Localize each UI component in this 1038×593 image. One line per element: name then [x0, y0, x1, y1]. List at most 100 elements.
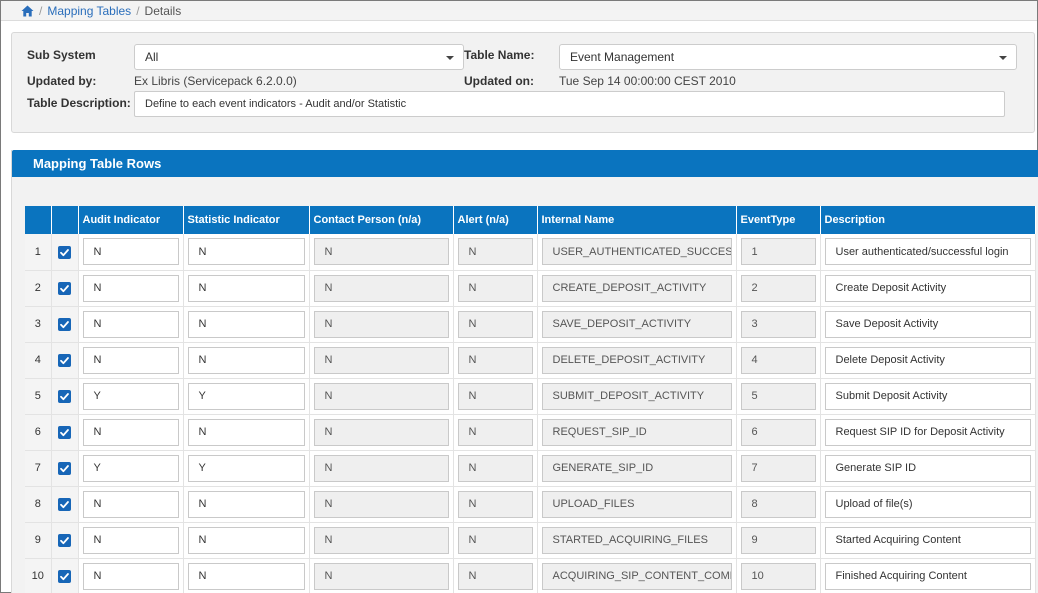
row-select-checkbox[interactable] — [51, 558, 79, 593]
contact-person-input: N — [313, 454, 449, 482]
breadcrumb-mapping-tables-link[interactable]: Mapping Tables — [47, 4, 131, 18]
audit-indicator-input[interactable]: N — [82, 418, 179, 446]
checkbox-checked-icon[interactable] — [58, 426, 71, 440]
contact-person-input: N — [313, 526, 449, 554]
description-input[interactable]: Submit Deposit Activity — [824, 382, 1031, 410]
statistic-indicator-input[interactable]: N — [187, 346, 305, 374]
description-input[interactable]: Upload of file(s) — [824, 490, 1031, 518]
checkbox-checked-icon[interactable] — [58, 390, 71, 404]
description-input[interactable]: User authenticated/successful login — [824, 238, 1031, 266]
audit-indicator-input[interactable]: N — [82, 274, 179, 302]
description-input[interactable]: Started Acquiring Content — [824, 526, 1031, 554]
audit-indicator-cell: N — [78, 270, 184, 307]
row-select-checkbox[interactable] — [51, 378, 79, 415]
row-select-checkbox[interactable] — [51, 486, 79, 523]
statistic-indicator-input[interactable]: N — [187, 526, 305, 554]
alert-cell: N — [453, 234, 538, 271]
row-select-checkbox[interactable] — [51, 342, 79, 379]
table-row: 5 Y Y N N SUBMIT_DEPOSIT_ACTIVITY 5 Submit Depo… — [25, 378, 1036, 415]
internal-name-cell: STARTED_ACQUIRING_FILES — [537, 522, 737, 559]
statistic-indicator-cell: Y — [183, 450, 310, 487]
checkbox-checked-icon[interactable] — [58, 498, 71, 512]
sub-system-select[interactable]: All — [134, 44, 464, 70]
event-type-cell: 8 — [736, 486, 821, 523]
description-input[interactable]: Delete Deposit Activity — [824, 346, 1031, 374]
audit-indicator-input[interactable]: N — [82, 490, 179, 518]
column-header-internal-name[interactable]: Internal Name — [537, 206, 737, 234]
alert-input: N — [457, 490, 533, 518]
statistic-indicator-input[interactable]: N — [187, 418, 305, 446]
audit-indicator-input[interactable]: N — [82, 562, 179, 590]
audit-indicator-cell: N — [78, 234, 184, 271]
updated-on-value: Tue Sep 14 00:00:00 CEST 2010 — [559, 74, 736, 88]
row-select-checkbox[interactable] — [51, 234, 79, 271]
table-details-panel: Sub System All Table Name: Event Managem… — [11, 32, 1035, 133]
statistic-indicator-input[interactable]: Y — [187, 382, 305, 410]
description-input[interactable]: Generate SIP ID — [824, 454, 1031, 482]
audit-indicator-input[interactable]: N — [82, 310, 179, 338]
event-type-input: 6 — [740, 418, 816, 446]
audit-indicator-input[interactable]: Y — [82, 382, 179, 410]
row-number: 3 — [25, 306, 52, 343]
row-number: 4 — [25, 342, 52, 379]
row-select-checkbox[interactable] — [51, 450, 79, 487]
alert-cell: N — [453, 414, 538, 451]
column-header-event-type[interactable]: EventType — [736, 206, 821, 234]
description-cell: Create Deposit Activity — [820, 270, 1036, 307]
description-input[interactable]: Save Deposit Activity — [824, 310, 1031, 338]
checkbox-checked-icon[interactable] — [58, 570, 71, 584]
audit-indicator-input[interactable]: N — [82, 526, 179, 554]
statistic-indicator-cell: N — [183, 414, 310, 451]
checkbox-checked-icon[interactable] — [58, 462, 71, 476]
internal-name-cell: SAVE_DEPOSIT_ACTIVITY — [537, 306, 737, 343]
checkbox-checked-icon[interactable] — [58, 282, 71, 296]
checkbox-checked-icon[interactable] — [58, 354, 71, 368]
event-type-cell: 5 — [736, 378, 821, 415]
alert-cell: N — [453, 486, 538, 523]
contact-person-cell: N — [309, 450, 454, 487]
row-select-checkbox[interactable] — [51, 306, 79, 343]
contact-person-cell: N — [309, 558, 454, 593]
column-header-audit-indicator[interactable]: Audit Indicator — [78, 206, 184, 234]
alert-input: N — [457, 274, 533, 302]
description-cell: Upload of file(s) — [820, 486, 1036, 523]
table-row: 4 N N N N DELETE_DEPOSIT_ACTIVITY 4 Delete Depo… — [25, 342, 1036, 379]
column-header-alert[interactable]: Alert (n/a) — [453, 206, 538, 234]
checkbox-checked-icon[interactable] — [58, 534, 71, 548]
table-row: 10NNNNACQUIRING_SIP_CONTENT_COMPLETED10F… — [25, 558, 1036, 593]
audit-indicator-input[interactable]: N — [82, 346, 179, 374]
statistic-indicator-input[interactable]: Y — [187, 454, 305, 482]
event-type-cell: 6 — [736, 414, 821, 451]
row-select-checkbox[interactable] — [51, 414, 79, 451]
checkbox-checked-icon[interactable] — [58, 245, 71, 259]
statistic-indicator-input[interactable]: N — [187, 310, 305, 338]
checkbox-checked-icon[interactable] — [58, 318, 71, 332]
description-input[interactable]: Request SIP ID for Deposit Activity — [824, 418, 1031, 446]
description-input[interactable]: Create Deposit Activity — [824, 274, 1031, 302]
description-cell: Delete Deposit Activity — [820, 342, 1036, 379]
audit-indicator-input[interactable]: Y — [82, 454, 179, 482]
column-header-contact-person[interactable]: Contact Person (n/a) — [309, 206, 454, 234]
table-description-label: Table Description: — [27, 96, 131, 110]
description-input[interactable]: Finished Acquiring Content — [824, 562, 1031, 590]
table-name-select[interactable]: Event Management — [559, 44, 1017, 70]
statistic-indicator-input[interactable]: N — [187, 562, 305, 590]
column-header-description[interactable]: Description — [820, 206, 1036, 234]
row-select-checkbox[interactable] — [51, 522, 79, 559]
audit-indicator-cell: Y — [78, 450, 184, 487]
breadcrumb: / Mapping Tables / Details — [1, 1, 1037, 21]
statistic-indicator-input[interactable]: N — [187, 238, 305, 266]
contact-person-cell: N — [309, 234, 454, 271]
table-description-field[interactable]: Define to each event indicators - Audit … — [134, 91, 1005, 117]
contact-person-input: N — [313, 346, 449, 374]
audit-indicator-input[interactable]: N — [82, 238, 179, 266]
alert-input: N — [457, 382, 533, 410]
statistic-indicator-input[interactable]: N — [187, 490, 305, 518]
table-row: 2 N N N N CREATE_DEPOSIT_ACTIVITY 2 Create Depo… — [25, 270, 1036, 307]
statistic-indicator-input[interactable]: N — [187, 274, 305, 302]
table-row: 3 N N N N SAVE_DEPOSIT_ACTIVITY 3 Save Deposit … — [25, 306, 1036, 343]
column-header-statistic-indicator[interactable]: Statistic Indicator — [183, 206, 310, 234]
row-select-checkbox[interactable] — [51, 270, 79, 307]
alert-input: N — [457, 562, 533, 590]
home-icon[interactable] — [21, 5, 34, 17]
